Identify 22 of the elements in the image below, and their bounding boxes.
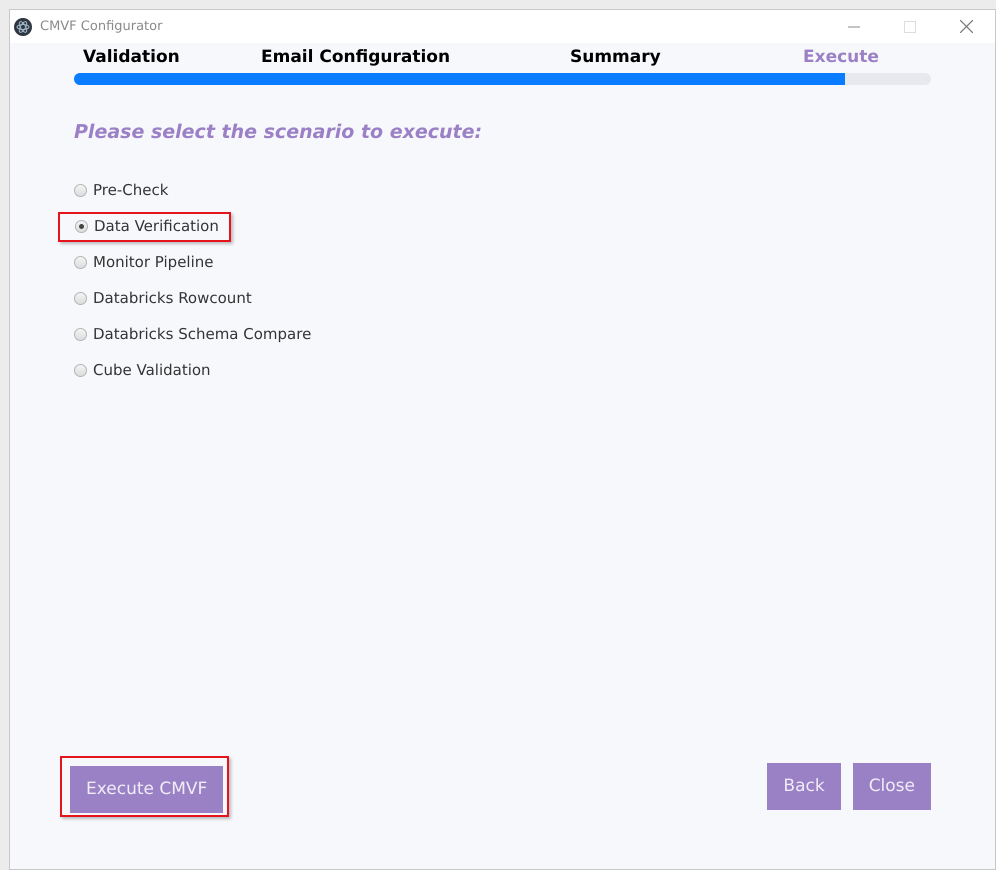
option-label[interactable]: Monitor Pipeline xyxy=(93,251,214,274)
radio-button[interactable] xyxy=(74,256,87,269)
option-label[interactable]: Pre-Check xyxy=(93,179,168,202)
maximize-icon[interactable] xyxy=(904,20,916,32)
close-icon[interactable] xyxy=(960,20,973,33)
step-label: Validation xyxy=(83,46,181,68)
app-logo-icon xyxy=(14,18,32,36)
prompt-heading: Please select the scenario to execute: xyxy=(74,120,484,145)
radio-button[interactable] xyxy=(75,220,88,233)
option-label[interactable]: Databricks Schema Compare xyxy=(93,323,312,346)
radio-button[interactable] xyxy=(74,184,87,197)
option-label[interactable]: Cube Validation xyxy=(93,359,211,382)
step-label: Email Configuration xyxy=(261,46,452,68)
radio-button[interactable] xyxy=(74,328,87,341)
step-label: Summary xyxy=(570,46,662,68)
radio-button[interactable] xyxy=(74,292,87,305)
radio-button[interactable] xyxy=(74,364,87,377)
step-label: Execute xyxy=(803,46,880,68)
minimize-icon[interactable] xyxy=(848,26,860,28)
window-title: CMVF Configurator xyxy=(40,18,162,36)
option-label[interactable]: Databricks Rowcount xyxy=(93,287,252,310)
option-label[interactable]: Data Verification xyxy=(94,215,219,238)
